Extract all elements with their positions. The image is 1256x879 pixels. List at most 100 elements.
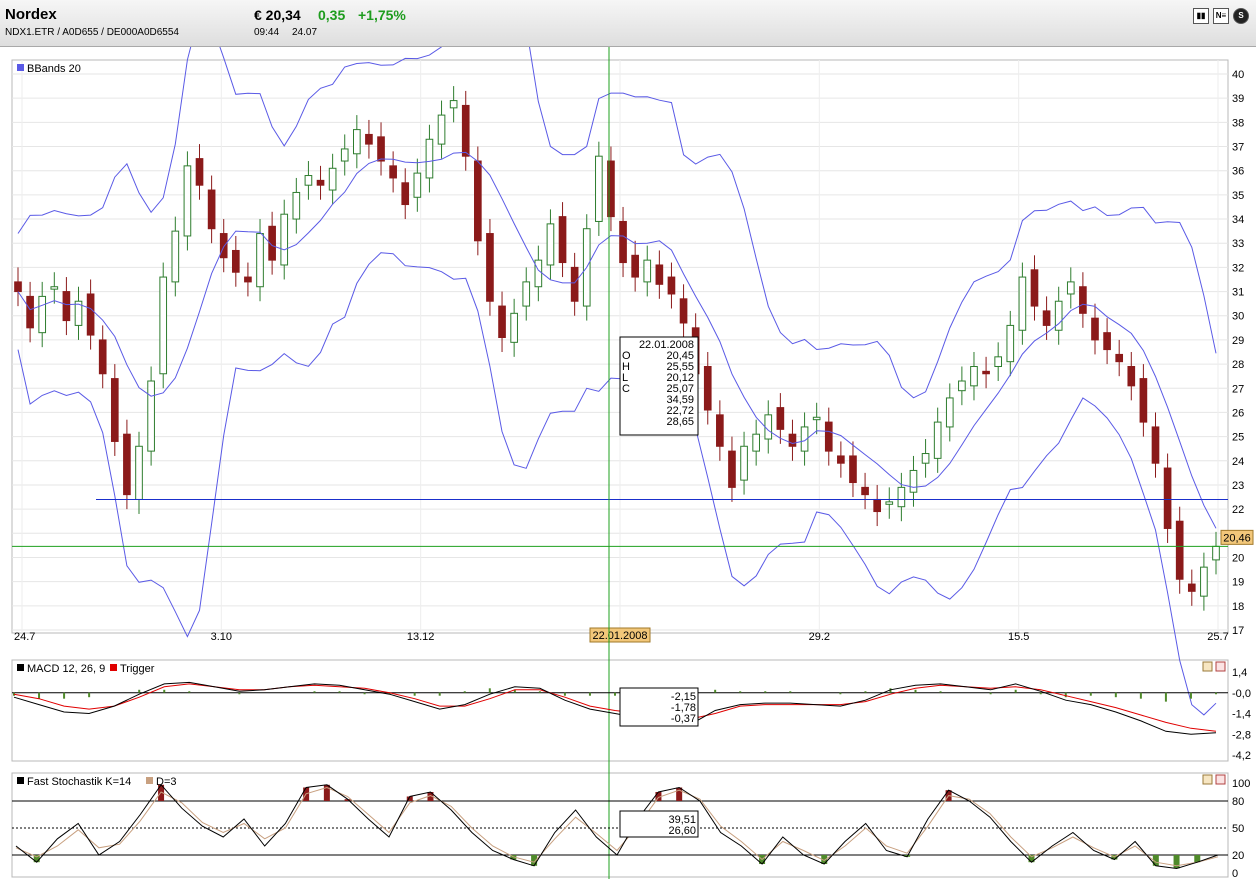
candle-body	[546, 223, 555, 266]
candle-body	[667, 276, 676, 295]
price-axis-tick: 19	[1232, 577, 1244, 589]
candle-body	[486, 233, 494, 302]
panel-close-icon[interactable]	[1215, 661, 1226, 672]
candle-body	[207, 189, 216, 230]
candle-body	[873, 498, 881, 513]
candle-body	[703, 366, 712, 411]
stochastic-k-legend-label: Fast Stochastik K=14	[27, 776, 131, 788]
candle-body	[558, 216, 567, 264]
price-axis-tick: 35	[1232, 190, 1244, 202]
candle-body	[522, 281, 531, 307]
stochastic-axis-tick: 100	[1232, 778, 1250, 790]
candle-body	[728, 450, 736, 488]
price-axis-tick: 40	[1232, 69, 1244, 81]
macd-legend-label: MACD 12, 26, 9	[27, 663, 105, 675]
candle-body	[110, 378, 119, 442]
price-axis-tick: 33	[1232, 238, 1244, 250]
candle-body	[304, 175, 313, 186]
candle-body	[716, 414, 724, 447]
candle-body	[413, 172, 422, 198]
candle-body	[171, 230, 180, 283]
candle-body	[1018, 276, 1027, 331]
tooltip-bband-value: 28,65	[666, 416, 694, 428]
trigger-legend-label: Trigger	[120, 663, 155, 675]
candle-body	[377, 136, 385, 162]
candle-body	[812, 416, 821, 421]
stochastic-readout-value: 26,60	[668, 825, 696, 837]
candle-body	[449, 100, 458, 109]
price-axis-tick: 23	[1232, 480, 1244, 492]
price-axis-tick: 22	[1232, 504, 1244, 516]
time-axis-tick: 29.2	[809, 631, 830, 643]
time-axis-tick: 25.7	[1207, 631, 1228, 643]
candle-body	[280, 213, 289, 266]
candle-body	[1175, 520, 1184, 580]
price-axis-tick: 24	[1232, 456, 1244, 468]
candle-body	[837, 455, 845, 464]
bar-chart-icon[interactable]: ▮▮	[1193, 8, 1209, 24]
candle-body	[595, 155, 603, 222]
price-axis-tick: 32	[1232, 262, 1244, 274]
price-axis-tick: 34	[1232, 214, 1244, 226]
crosshair-date-label: 22.01.2008	[592, 630, 647, 642]
candle-body	[437, 114, 446, 145]
instrument-name: Nordex	[5, 6, 57, 23]
trigger-legend-swatch	[110, 664, 117, 671]
stochastic-axis-tick: 20	[1232, 850, 1244, 862]
candle-body	[389, 165, 397, 179]
price-change-percent: +1,75%	[358, 7, 406, 23]
candle-body	[1079, 286, 1087, 314]
candle-body	[849, 455, 857, 484]
candle-body	[1066, 281, 1075, 295]
candle-body	[26, 295, 34, 329]
quote-time: 09:44	[254, 27, 280, 38]
price-axis-tick: 39	[1232, 93, 1244, 105]
macd-axis-tick: -2,8	[1232, 729, 1251, 741]
candle-body	[98, 339, 107, 375]
settings-icon[interactable]: S	[1233, 8, 1249, 24]
news-icon[interactable]: N≡	[1213, 8, 1229, 24]
panel-close-icon[interactable]	[1215, 774, 1226, 785]
last-price: € 20,34	[254, 7, 301, 23]
time-axis-tick: 24.7	[14, 631, 35, 643]
candle-body	[764, 414, 773, 440]
candle-body	[292, 191, 301, 220]
panel-maximize-icon[interactable]	[1202, 774, 1213, 785]
candle-body	[824, 421, 833, 452]
candle-body	[679, 298, 688, 324]
price-axis-tick: 37	[1232, 142, 1244, 154]
candle-body	[135, 445, 143, 500]
candle-body	[1042, 310, 1051, 326]
candle-body	[1115, 353, 1124, 363]
price-axis-tick: 27	[1232, 383, 1244, 395]
candle-body	[776, 407, 785, 430]
candle-body	[50, 286, 59, 290]
macd-axis-tick: 1,4	[1232, 667, 1247, 679]
candle-body	[1127, 366, 1136, 387]
candle-body	[474, 160, 482, 242]
candle-body	[1030, 269, 1039, 307]
candle-body	[861, 486, 869, 496]
candle-body	[619, 220, 627, 264]
macd-axis-tick: -4,2	[1232, 750, 1251, 762]
panel-maximize-icon[interactable]	[1202, 661, 1213, 672]
candle-body	[510, 312, 518, 343]
candle-body	[788, 433, 797, 447]
candle-body	[921, 453, 930, 464]
price-axis-tick: 17	[1232, 625, 1244, 637]
candle-body	[982, 370, 990, 375]
candle-body	[945, 397, 954, 428]
candle-body	[365, 133, 373, 145]
price-axis-tick: 28	[1232, 359, 1244, 371]
price-axis-tick: 30	[1232, 311, 1244, 323]
quote-date: 24.07	[292, 27, 318, 38]
quote-header: Nordex NDX1.ETR / A0D655 / DE000A0D6554 …	[0, 0, 1256, 47]
candle-body	[1091, 317, 1099, 341]
price-axis-tick: 20	[1232, 552, 1244, 564]
candle-body	[38, 295, 47, 334]
stochastic-d-legend-swatch	[146, 777, 153, 784]
candle-body	[340, 148, 349, 162]
candle-body	[570, 266, 579, 302]
stochastic-axis-tick: 0	[1232, 868, 1238, 879]
candle-body	[328, 167, 337, 191]
